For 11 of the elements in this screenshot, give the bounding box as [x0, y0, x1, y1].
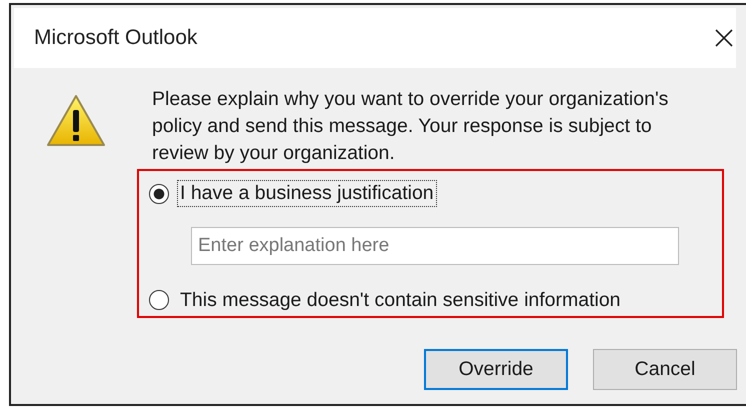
radio-button[interactable]: [149, 290, 169, 310]
cancel-button[interactable]: Cancel: [593, 349, 737, 390]
override-button[interactable]: Override: [424, 349, 568, 390]
option-label[interactable]: This message doesn't contain sensitive information: [177, 286, 624, 314]
radio-button[interactable]: [149, 184, 169, 204]
warning-icon: [45, 93, 107, 149]
close-icon[interactable]: [714, 28, 734, 48]
message-text: Please explain why you want to override your organization's policy and send this message. Your response is subject to review by your organization.: [152, 87, 670, 166]
option-label[interactable]: I have a business justification: [177, 180, 437, 208]
explanation-field[interactable]: Enter explanation here: [191, 227, 679, 265]
window-title: Microsoft Outlook: [34, 26, 198, 50]
